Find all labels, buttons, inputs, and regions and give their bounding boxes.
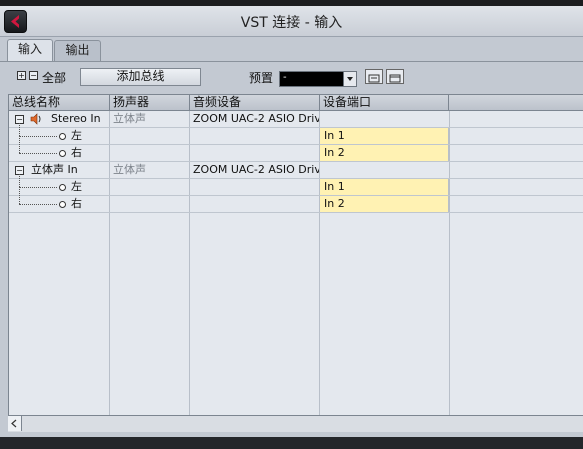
scroll-left-icon[interactable]: [8, 416, 22, 431]
bus-name[interactable]: 立体声 In: [31, 162, 109, 178]
column-header-device-port[interactable]: 设备端口: [320, 95, 449, 110]
table-row-bus[interactable]: − Stereo In 立体声 ZOOM UAC-2 ASIO Driver: [9, 111, 583, 128]
save-preset-icon[interactable]: [386, 69, 404, 84]
expand-all-label: 全部: [42, 71, 67, 85]
chevron-down-icon[interactable]: [343, 72, 356, 86]
channel-name[interactable]: 左: [71, 128, 109, 144]
load-preset-icon[interactable]: [365, 69, 383, 84]
channel-name[interactable]: 右: [71, 145, 109, 161]
collapse-all-icon[interactable]: −: [29, 71, 38, 80]
preset-label: 预置: [249, 71, 274, 85]
tree-line: [19, 187, 20, 204]
channel-name[interactable]: 左: [71, 179, 109, 195]
tree-line: [19, 174, 20, 187]
channel-name[interactable]: 右: [71, 196, 109, 212]
audio-device[interactable]: ZOOM UAC-2 ASIO Driver: [193, 162, 319, 178]
channel-connector-icon: [59, 150, 66, 157]
bottom-strip: [0, 437, 583, 449]
table-row-channel[interactable]: 右 In 2: [9, 187, 583, 213]
table-header: 总线名称 扬声器 音频设备 设备端口: [9, 95, 583, 111]
speaker-config[interactable]: 立体声: [113, 111, 189, 127]
channel-connector-icon: [59, 133, 66, 140]
device-port-cell[interactable]: In 2: [319, 145, 449, 161]
table-row-bus[interactable]: − 立体声 In 立体声 ZOOM UAC-2 ASIO Driver: [9, 162, 583, 179]
tab-inputs[interactable]: 输入: [7, 39, 53, 62]
channel-connector-icon: [59, 201, 66, 208]
vst-connections-window: VST 连接 - 输入 输入 输出 + − 全部 添加总线 预置 - 总线名称 …: [0, 0, 583, 449]
tree-line: [19, 187, 57, 188]
horizontal-scrollbar[interactable]: [8, 415, 583, 432]
tree-line: [19, 204, 57, 205]
tree-line: [19, 136, 20, 153]
speaker-config[interactable]: 立体声: [113, 162, 189, 178]
tree-line: [19, 123, 20, 136]
bus-table: 总线名称 扬声器 音频设备 设备端口 − Stereo In 立体声 ZOOM …: [8, 94, 583, 431]
device-port-cell[interactable]: In 1: [319, 128, 449, 144]
speaker-icon: [29, 111, 43, 127]
expand-all-icon[interactable]: +: [17, 71, 26, 80]
tree-line: [19, 153, 57, 154]
column-header-speaker[interactable]: 扬声器: [110, 95, 190, 110]
main-panel: 输入 输出 + − 全部 添加总线 预置 - 总线名称 扬声器 音频设备 设备端…: [0, 37, 583, 437]
tree-line: [19, 136, 57, 137]
title-bar[interactable]: VST 连接 - 输入: [0, 6, 583, 37]
tab-outputs[interactable]: 输出: [54, 40, 101, 61]
table-row-channel[interactable]: 右 In 2: [9, 136, 583, 162]
table-row-channel[interactable]: 左 In 1: [9, 174, 583, 196]
bus-name[interactable]: Stereo In: [51, 111, 109, 127]
audio-device[interactable]: ZOOM UAC-2 ASIO Driver: [193, 111, 319, 127]
tab-divider: [0, 61, 583, 62]
device-port-cell[interactable]: In 1: [319, 179, 449, 195]
preset-value: -: [283, 72, 287, 83]
toolbar: + − 全部 添加总线 预置 -: [0, 64, 583, 90]
column-header-audio-device[interactable]: 音频设备: [190, 95, 320, 110]
device-port-cell[interactable]: In 2: [319, 196, 449, 212]
preset-dropdown[interactable]: -: [279, 71, 357, 87]
window-title: VST 连接 - 输入: [240, 15, 343, 31]
add-bus-button[interactable]: 添加总线: [80, 68, 201, 86]
channel-connector-icon: [59, 184, 66, 191]
column-header-bus-name[interactable]: 总线名称: [9, 95, 110, 110]
table-row-channel[interactable]: 左 In 1: [9, 123, 583, 145]
